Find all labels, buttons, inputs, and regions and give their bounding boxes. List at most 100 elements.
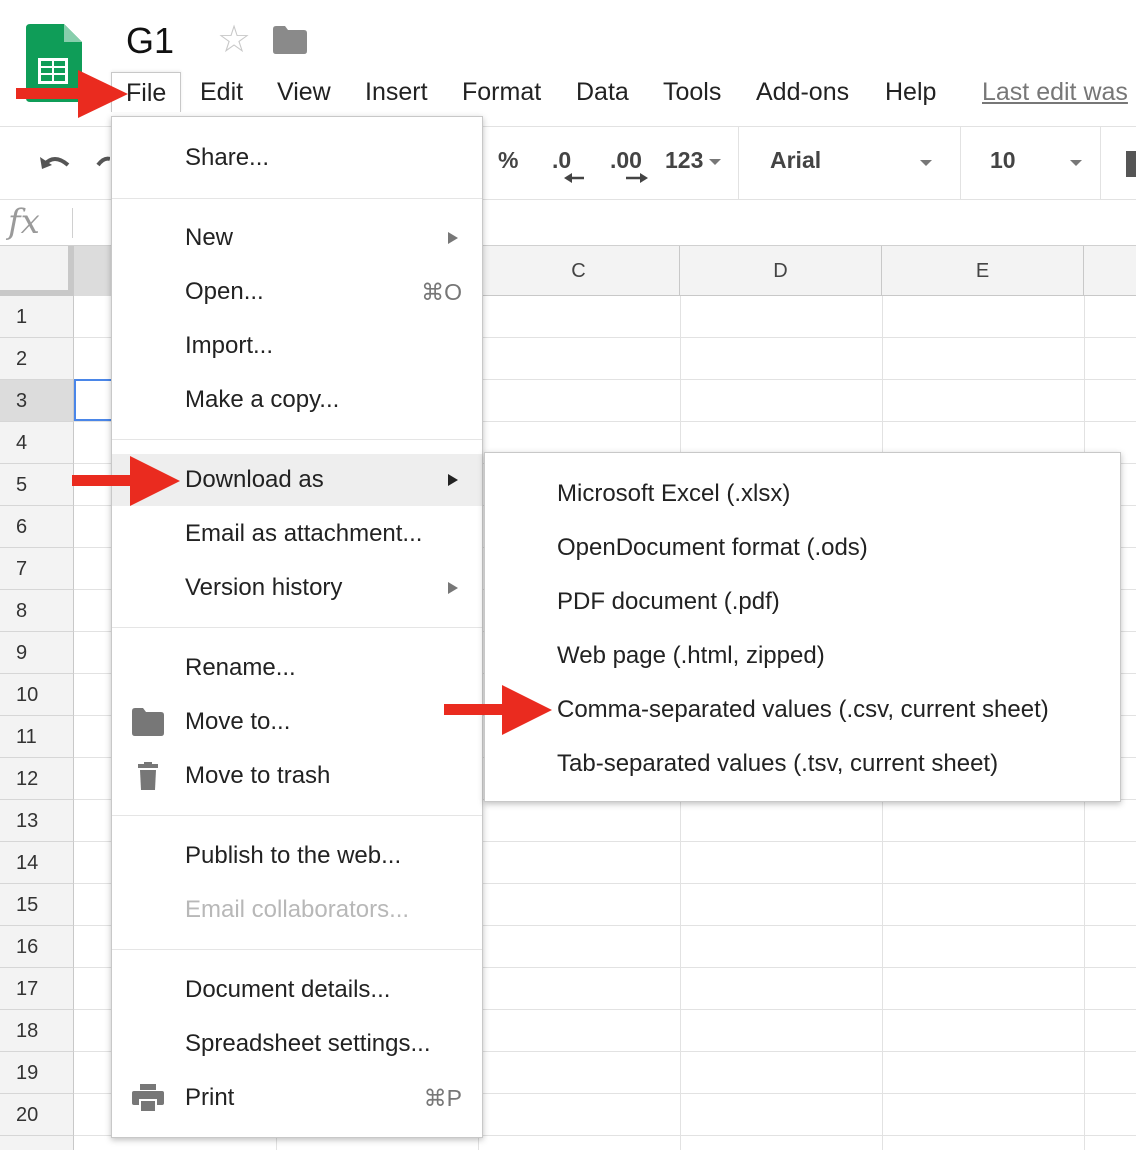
increase-decimal-button[interactable]: .00 (610, 147, 648, 183)
trash-icon (138, 762, 158, 790)
font-family-value: Arial (770, 147, 822, 173)
row-header[interactable]: 8 (0, 590, 74, 632)
row-header[interactable]: 15 (0, 884, 74, 926)
toolbar-divider (1100, 127, 1101, 200)
menu-item-label: Document details... (185, 976, 391, 1003)
menu-view[interactable]: View (263, 72, 345, 112)
select-all-corner[interactable] (0, 246, 74, 296)
menu-item-move-to-trash[interactable]: Move to trash (112, 751, 482, 801)
menu-item-make-copy[interactable]: Make a copy... (112, 375, 482, 425)
menu-format[interactable]: Format (448, 72, 555, 112)
row-header[interactable]: 5 (0, 464, 74, 506)
row-header[interactable]: 17 (0, 968, 74, 1010)
menu-item-label: Rename... (185, 654, 296, 681)
menu-item-ods[interactable]: OpenDocument format (.ods) (485, 521, 1120, 575)
menu-bar: File Edit View Insert Format Data Tools … (0, 72, 1136, 112)
row-header[interactable]: 18 (0, 1010, 74, 1052)
row-header[interactable]: 10 (0, 674, 74, 716)
menu-item-import[interactable]: Import... (112, 321, 482, 371)
print-icon (132, 1084, 164, 1112)
redo-icon[interactable] (96, 151, 110, 175)
column-header-d[interactable]: D (680, 246, 882, 296)
menu-item-html[interactable]: Web page (.html, zipped) (485, 629, 1120, 683)
row-header[interactable]: 2 (0, 338, 74, 380)
menu-item-email-collaborators: Email collaborators... (112, 885, 482, 935)
row-header[interactable]: 6 (0, 506, 74, 548)
font-size-value: 10 (990, 147, 1016, 173)
selected-cell[interactable] (74, 379, 114, 421)
submenu-arrow-icon (448, 232, 458, 244)
menu-item-pdf[interactable]: PDF document (.pdf) (485, 575, 1120, 629)
menu-item-label: Move to trash (185, 762, 331, 789)
submenu-arrow-icon (448, 474, 458, 486)
column-header-e[interactable]: E (882, 246, 1084, 296)
menu-item-share[interactable]: Share... (112, 133, 482, 183)
row-header[interactable]: 1 (0, 296, 74, 338)
star-icon[interactable]: ☆ (217, 18, 251, 62)
download-as-submenu: Microsoft Excel (.xlsx) OpenDocument for… (484, 452, 1121, 802)
menu-item-document-details[interactable]: Document details... (112, 965, 482, 1015)
more-formats-label: 123 (665, 147, 704, 173)
menu-item-label: Email collaborators... (185, 896, 410, 923)
more-formats-button[interactable]: 123 (665, 147, 722, 174)
undo-icon[interactable] (38, 151, 74, 175)
decrease-decimal-button[interactable]: .0 (552, 147, 584, 183)
font-size-select[interactable]: 10 (990, 147, 1016, 174)
menu-add-ons[interactable]: Add-ons (742, 72, 863, 112)
menu-item-publish[interactable]: Publish to the web... (112, 831, 482, 881)
menu-item-move-to[interactable]: Move to... (112, 697, 482, 747)
menu-item-rename[interactable]: Rename... (112, 643, 482, 693)
menu-data[interactable]: Data (562, 72, 643, 112)
row-header[interactable]: 7 (0, 548, 74, 590)
toolbar-divider (960, 127, 961, 200)
font-family-select[interactable]: Arial (770, 147, 821, 174)
row-header[interactable]: 4 (0, 422, 74, 464)
menu-item-spreadsheet-settings[interactable]: Spreadsheet settings... (112, 1019, 482, 1069)
menu-item-print[interactable]: Print ⌘P (112, 1073, 482, 1123)
row-header[interactable]: 16 (0, 926, 74, 968)
menu-divider (112, 627, 482, 628)
menu-help[interactable]: Help (871, 72, 950, 112)
fx-icon: fx (8, 202, 40, 242)
arrow-left-icon (564, 173, 584, 183)
shortcut-label: ⌘O (421, 279, 462, 305)
table-row (0, 1136, 1136, 1150)
menu-insert[interactable]: Insert (351, 72, 442, 112)
chevron-down-icon[interactable] (920, 160, 932, 166)
menu-item-label: Share... (185, 144, 270, 171)
menu-item-version-history[interactable]: Version history (112, 563, 482, 613)
folder-icon[interactable] (273, 26, 307, 54)
menu-item-new[interactable]: New (112, 213, 482, 263)
row-header[interactable]: 19 (0, 1052, 74, 1094)
bold-icon[interactable] (1126, 151, 1136, 177)
column-header-a[interactable] (74, 246, 114, 296)
annotation-arrow-icon (16, 70, 128, 118)
row-header[interactable]: 20 (0, 1094, 74, 1136)
menu-item-email-attachment[interactable]: Email as attachment... (112, 509, 482, 559)
menu-item-csv[interactable]: Comma-separated values (.csv, current sh… (485, 683, 1120, 737)
document-title[interactable]: G1 (126, 20, 174, 62)
menu-tools[interactable]: Tools (649, 72, 735, 112)
menu-item-label: Print (185, 1084, 235, 1111)
menu-edit[interactable]: Edit (186, 72, 257, 112)
annotation-arrow-icon (444, 685, 552, 735)
menu-item-open[interactable]: Open... ⌘O (112, 267, 482, 317)
file-menu: Share... New Open... ⌘O Import... Make a … (111, 116, 483, 1138)
last-edit-link[interactable]: Last edit was (982, 72, 1128, 112)
row-header[interactable]: 13 (0, 800, 74, 842)
menu-item-label: Make a copy... (185, 386, 340, 413)
menu-item-tsv[interactable]: Tab-separated values (.tsv, current shee… (485, 737, 1120, 791)
row-header[interactable]: 3 (0, 380, 74, 422)
arrow-right-icon (626, 173, 648, 183)
row-header[interactable]: 11 (0, 716, 74, 758)
chevron-down-icon[interactable] (1070, 160, 1082, 166)
annotation-arrow-icon (72, 456, 180, 506)
row-header[interactable]: 9 (0, 632, 74, 674)
menu-item-label: Spreadsheet settings... (185, 1030, 431, 1057)
format-percent-button[interactable]: % (498, 147, 518, 174)
menu-item-xlsx[interactable]: Microsoft Excel (.xlsx) (485, 467, 1120, 521)
row-header[interactable]: 12 (0, 758, 74, 800)
column-header-c[interactable]: C (478, 246, 680, 296)
row-header[interactable] (0, 1136, 74, 1150)
row-header[interactable]: 14 (0, 842, 74, 884)
